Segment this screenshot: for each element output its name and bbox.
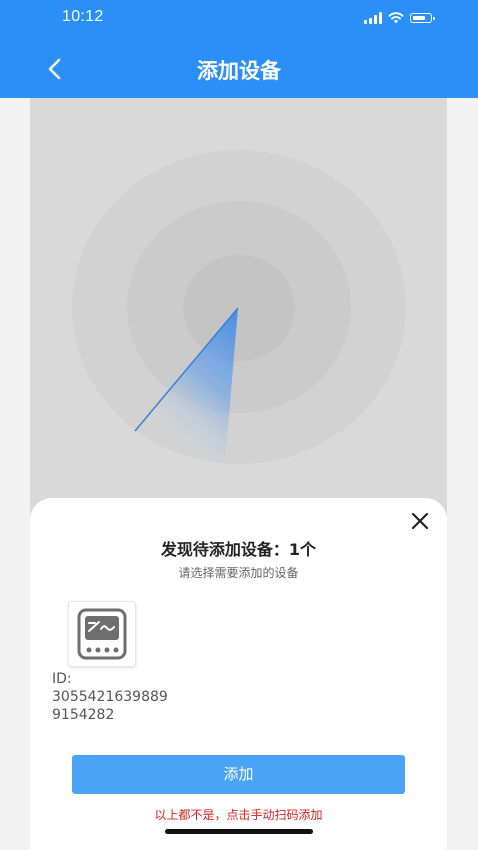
device-id-value: 30554216398899154282 <box>52 689 168 723</box>
close-button[interactable] <box>409 510 431 532</box>
sheet-subtitle: 请选择需要添加的设备 <box>178 566 299 580</box>
device-card[interactable] <box>68 601 136 667</box>
battery-icon <box>410 13 435 23</box>
radar-sweep <box>134 307 239 463</box>
wifi-icon <box>388 12 404 24</box>
app-header: 10:12 添加设备 <box>0 0 478 98</box>
signal-icon <box>364 12 382 24</box>
radar-scanner <box>30 98 447 528</box>
home-indicator <box>165 829 313 834</box>
device-id-label: ID: <box>52 671 72 687</box>
status-bar: 10:12 <box>0 0 478 36</box>
close-icon <box>411 512 429 530</box>
page-title: 添加设备 <box>197 59 281 83</box>
status-time: 10:12 <box>62 8 104 25</box>
status-icons <box>364 10 435 26</box>
add-button[interactable]: 添加 <box>72 755 405 794</box>
inverter-icon <box>77 608 127 660</box>
discovered-devices-sheet: 发现待添加设备：1个 请选择需要添加的设备 ID: 30554216398899… <box>30 498 447 850</box>
manual-scan-link[interactable]: 以上都不是，点击手动扫码添加 <box>30 806 447 823</box>
sheet-title: 发现待添加设备：1个 <box>160 540 317 559</box>
